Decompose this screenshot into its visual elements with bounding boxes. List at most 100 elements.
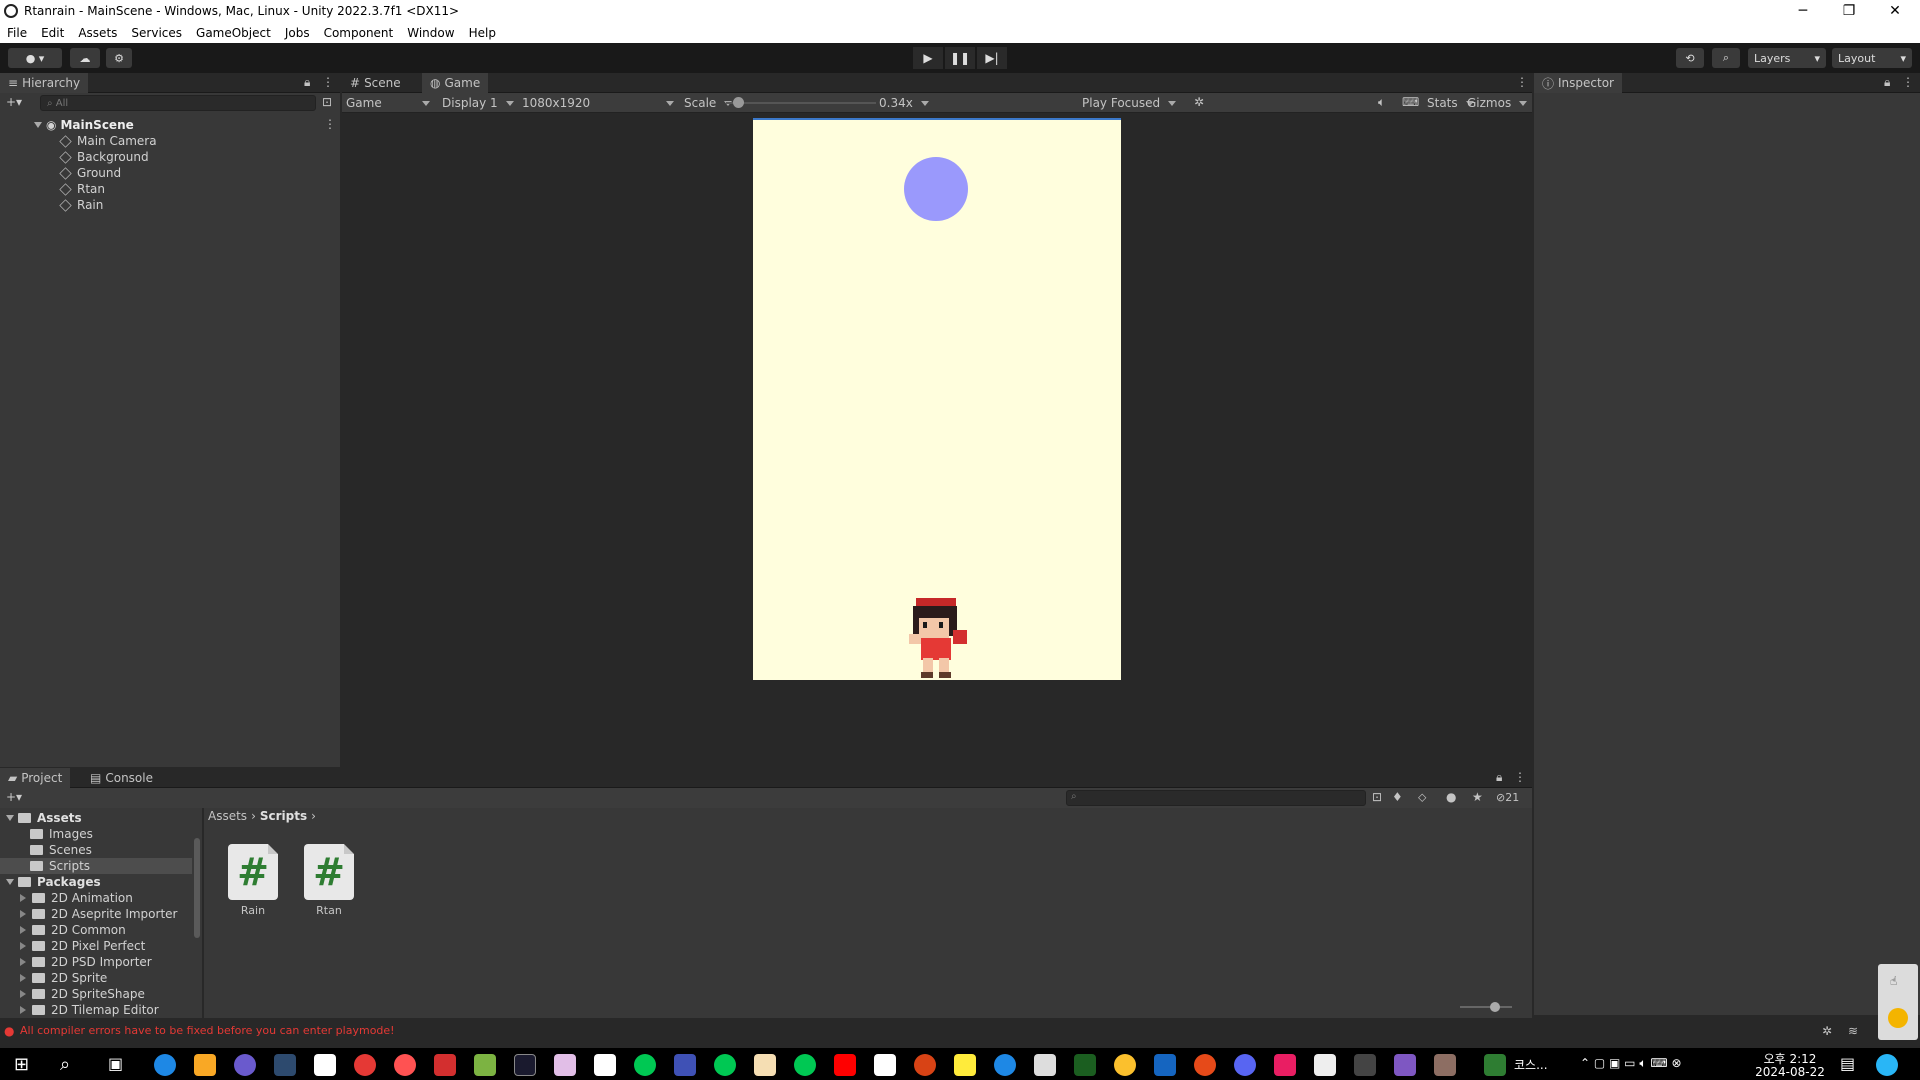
icon-size-slider[interactable] (1460, 1002, 1512, 1012)
menu-component[interactable]: Component (317, 26, 401, 40)
chevron-down-icon[interactable] (6, 879, 14, 885)
edge-icon[interactable] (154, 1054, 176, 1076)
chrome-icon[interactable] (1114, 1054, 1136, 1076)
excel-icon[interactable] (1074, 1054, 1096, 1076)
app-icon[interactable] (314, 1054, 336, 1076)
app-icon[interactable] (1484, 1054, 1506, 1076)
youtube-icon[interactable] (834, 1054, 856, 1076)
file-explorer-icon[interactable] (194, 1054, 216, 1076)
tree-item[interactable]: 2D Tilemap Editor (0, 1002, 192, 1018)
search-by-type-icon[interactable]: ⊡ (1372, 790, 1382, 804)
lock-icon[interactable]: 🔒︎ (304, 75, 310, 90)
windows-start-icon[interactable]: ⊞ (14, 1054, 29, 1075)
tree-item[interactable]: 2D PSD Importer (0, 954, 192, 970)
list-item[interactable]: Main Camera (59, 133, 157, 149)
app-icon[interactable] (434, 1054, 456, 1076)
clock-date[interactable]: 2024-08-22 (1752, 1065, 1828, 1079)
chevron-right-icon[interactable] (20, 958, 26, 966)
tab-project[interactable]: ▰ Project (0, 768, 71, 788)
app-icon[interactable] (474, 1054, 496, 1076)
filter-label-icon[interactable]: ♦ (1392, 790, 1403, 804)
create-button[interactable]: +▾ (6, 790, 22, 804)
layers-dropdown[interactable]: Layers ▾ (1748, 48, 1826, 68)
tab-console[interactable]: ▤ Console (82, 768, 161, 788)
script-icon[interactable]: # (304, 844, 354, 900)
more-icon[interactable]: ⋮ (322, 75, 334, 89)
app-icon[interactable] (514, 1054, 536, 1076)
powerpoint-icon[interactable] (914, 1054, 936, 1076)
warning-icon[interactable]: ● (1446, 790, 1456, 804)
filter-icon[interactable]: ⊡ (322, 95, 332, 109)
scale-slider[interactable] (726, 97, 876, 108)
tree-scrollbar[interactable] (194, 838, 200, 938)
tree-item[interactable]: 2D SpriteShape (0, 986, 192, 1002)
unity-icon[interactable] (1314, 1054, 1336, 1076)
tab-inspector[interactable]: ⓘ Inspector (1534, 73, 1622, 93)
maps-icon[interactable] (994, 1054, 1016, 1076)
hierarchy-search-input[interactable]: ⌕ All (40, 95, 316, 111)
cloud-button[interactable]: ☁ (70, 48, 100, 68)
chevron-right-icon[interactable] (20, 894, 26, 902)
copilot-icon[interactable] (1876, 1054, 1898, 1076)
expand-icon[interactable] (34, 122, 42, 128)
app-icon[interactable] (1194, 1054, 1216, 1076)
tab-hierarchy[interactable]: ≡ Hierarchy (0, 73, 89, 93)
app-icon[interactable] (754, 1054, 776, 1076)
app-icon[interactable] (1434, 1054, 1456, 1076)
app-icon[interactable] (874, 1054, 896, 1076)
game-mode-dropdown[interactable]: Game (346, 93, 430, 113)
kakaotalk-icon[interactable] (954, 1054, 976, 1076)
notification-icon[interactable]: ▤ (1840, 1054, 1855, 1073)
tree-item[interactable]: Images (0, 826, 192, 842)
chevron-right-icon[interactable] (20, 926, 26, 934)
scene-more-icon[interactable]: ⋮ (324, 117, 336, 131)
play-button[interactable]: ▶ (913, 47, 943, 69)
gizmos-dropdown[interactable]: Gizmos (1467, 93, 1527, 113)
star-icon[interactable]: ★ (1472, 790, 1483, 804)
search-icon[interactable]: ⌕ (60, 1054, 70, 1075)
cache-icon[interactable]: ≋ (1848, 1024, 1858, 1038)
status-message[interactable]: All compiler errors have to be fixed bef… (20, 1024, 395, 1037)
list-item[interactable]: Ground (59, 165, 121, 181)
menu-file[interactable]: File (0, 26, 34, 40)
app-icon[interactable] (394, 1054, 416, 1076)
list-item[interactable]: Background (59, 149, 149, 165)
tree-item[interactable]: 2D Common (0, 922, 192, 938)
app-icon[interactable] (1274, 1054, 1296, 1076)
menu-help[interactable]: Help (462, 26, 503, 40)
bug-icon[interactable]: ✲ (1194, 95, 1204, 109)
resolution-dropdown[interactable]: 1080x1920 (522, 93, 674, 113)
search-button[interactable]: ⌕ (1712, 48, 1740, 68)
breadcrumb-scripts[interactable]: Scripts (260, 809, 307, 823)
floating-widget[interactable]: ☝ (1878, 964, 1918, 1040)
tab-scene[interactable]: # Scene (342, 73, 409, 93)
display-dropdown[interactable]: Display 1 (442, 93, 514, 113)
media-icon[interactable] (234, 1054, 256, 1076)
layout-dropdown[interactable]: Layout ▾ (1832, 48, 1912, 68)
list-item[interactable]: Rain (59, 197, 103, 213)
restore-icon[interactable]: ❐ (1826, 0, 1872, 22)
chevron-right-icon[interactable] (20, 910, 26, 918)
tree-item[interactable]: 2D Animation (0, 890, 192, 906)
chevron-right-icon[interactable] (20, 942, 26, 950)
menu-window[interactable]: Window (400, 26, 461, 40)
play-focused-dropdown[interactable]: Play Focused (1082, 93, 1176, 113)
account-button[interactable]: ● ▾ (8, 48, 62, 68)
tab-game[interactable]: ◍ Game (422, 73, 489, 93)
script-icon[interactable]: # (228, 844, 278, 900)
tree-item[interactable]: Scenes (0, 842, 192, 858)
more-icon[interactable]: ⋮ (1516, 75, 1528, 89)
steam-icon[interactable] (274, 1054, 296, 1076)
tag-icon[interactable]: ⬦ (1418, 790, 1426, 805)
close-icon[interactable]: ✕ (1872, 0, 1918, 22)
tree-item[interactable]: 2D Aseprite Importer (0, 906, 192, 922)
chevron-right-icon[interactable] (20, 990, 26, 998)
app-icon[interactable] (1354, 1054, 1376, 1076)
tree-item[interactable]: Assets (0, 810, 192, 826)
menu-gameobject[interactable]: GameObject (189, 26, 278, 40)
history-button[interactable]: ⟲ (1676, 48, 1704, 68)
more-icon[interactable]: ⋮ (1902, 75, 1914, 89)
tray-icons[interactable]: ⌃ ▢ ▣ ▭ 🔈︎ ⌨ ⊗ (1580, 1056, 1682, 1071)
tree-item[interactable]: 2D Pixel Perfect (0, 938, 192, 954)
tree-item[interactable]: Scripts (0, 858, 192, 874)
